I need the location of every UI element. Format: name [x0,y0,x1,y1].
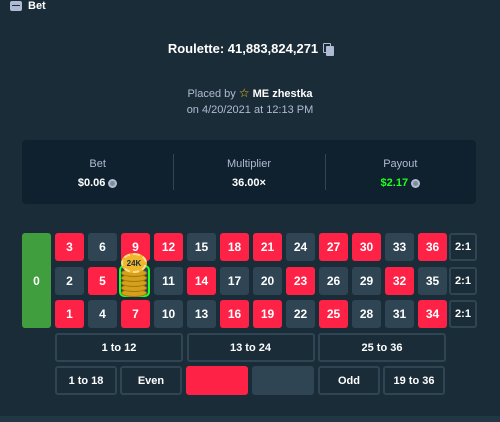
odd-bet[interactable]: Odd [318,366,380,395]
number-7[interactable]: 7 [121,300,150,328]
payout-value-row: $2.17 [325,177,476,189]
stat-bet: Bet $0.06 [22,140,173,204]
username-link[interactable]: ME zhestka [253,88,313,100]
number-5[interactable]: 5 [88,266,117,295]
star-icon: ☆ [238,86,250,100]
number-2[interactable]: 2 [55,266,84,295]
column-bet-2[interactable]: 2:1 [449,266,477,295]
number-22[interactable]: 22 [286,300,315,328]
low-bet[interactable]: 1 to 18 [55,366,117,395]
number-34[interactable]: 34 [418,300,447,328]
chip-stack: 24K [119,253,149,297]
number-32[interactable]: 32 [385,266,414,295]
number-20[interactable]: 20 [253,266,282,295]
number-16[interactable]: 16 [220,300,249,328]
payout-label: Payout [383,158,418,170]
column-bet-3[interactable]: 2:1 [449,300,477,328]
multiplier-value: 36.00× [232,177,266,189]
roulette-zero[interactable]: 0 [22,233,51,328]
number-1[interactable]: 1 [55,300,84,328]
number-23[interactable]: 23 [286,266,315,295]
dozen-bet-1[interactable]: 1 to 12 [55,333,183,362]
number-33[interactable]: 33 [385,233,414,261]
number-14[interactable]: 14 [187,266,216,295]
number-29[interactable]: 29 [352,266,381,295]
number-35[interactable]: 35 [418,266,447,295]
number-19[interactable]: 19 [253,300,282,328]
payout-value: $2.17 [380,177,409,189]
stat-multiplier: Multiplier 36.00× [173,140,324,204]
number-10[interactable]: 10 [154,300,183,328]
number-4[interactable]: 4 [88,300,117,328]
placed-prefix: Placed by [187,88,236,100]
number-12[interactable]: 12 [154,233,183,261]
high-bet[interactable]: 19 to 36 [383,366,445,395]
red-bet[interactable] [186,366,248,395]
coin-icon [411,178,421,188]
ticket-icon [10,1,22,11]
bet-value: $0.06 [77,177,106,189]
header: Bet [0,0,500,12]
dozen-bet-3[interactable]: 25 to 36 [318,333,446,362]
placed-info: Placed by ☆ ME zhestka on 4/20/2021 at 1… [0,85,500,118]
game-title: Roulette: 41,883,824,271 [0,41,500,56]
number-6[interactable]: 6 [88,233,117,261]
number-25[interactable]: 25 [319,300,348,328]
number-15[interactable]: 15 [187,233,216,261]
stats-panel: Bet $0.06 Multiplier 36.00× Payout $2.17 [22,140,476,204]
bet-value-row: $0.06 [22,177,173,189]
number-18[interactable]: 18 [220,233,249,261]
number-24[interactable]: 24 [286,233,315,261]
number-17[interactable]: 17 [220,266,249,295]
coin-icon [108,178,118,188]
number-11[interactable]: 11 [154,266,183,295]
column-bet-1[interactable]: 2:1 [449,233,477,261]
number-31[interactable]: 31 [385,300,414,328]
game-id: Roulette: 41,883,824,271 [167,41,319,56]
stat-payout: Payout $2.17 [324,140,476,204]
dozen-bet-2[interactable]: 13 to 24 [186,333,315,362]
bet-label: Bet [89,158,106,170]
bottom-bar [0,416,500,422]
black-bet[interactable] [252,366,314,395]
number-27[interactable]: 27 [319,233,348,261]
number-30[interactable]: 30 [352,233,381,261]
even-bet[interactable]: Even [120,366,182,395]
number-3[interactable]: 3 [55,233,84,261]
number-26[interactable]: 26 [319,266,348,295]
number-13[interactable]: 13 [187,300,216,328]
number-28[interactable]: 28 [352,300,381,328]
chip-label: 24K [121,253,147,273]
header-title: Bet [28,0,46,12]
number-36[interactable]: 36 [418,233,447,261]
copy-icon[interactable] [323,43,335,56]
placed-date: on 4/20/2021 at 12:13 PM [186,104,314,116]
multiplier-label: Multiplier [226,158,271,170]
number-21[interactable]: 21 [253,233,282,261]
